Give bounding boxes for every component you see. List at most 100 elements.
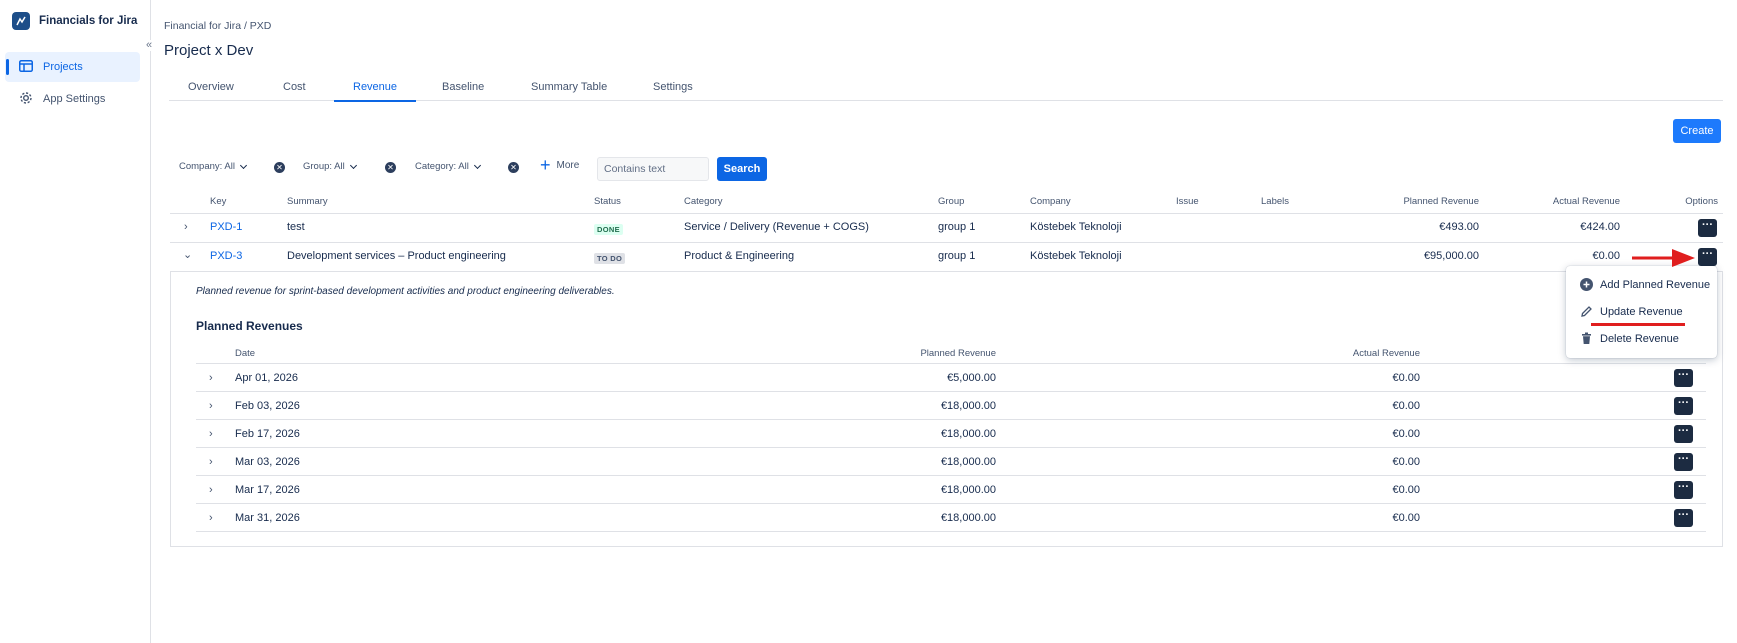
company-filter-label: Company: All [179, 161, 235, 172]
row-options-button[interactable]: ··· [1674, 509, 1693, 527]
sidebar-item-app-settings[interactable]: App Settings [5, 84, 140, 114]
delete-revenue-menu-item[interactable]: Delete Revenue [1580, 332, 1679, 345]
expand-row-chevron-icon[interactable]: › [209, 456, 213, 468]
tab-overview[interactable]: Overview [188, 81, 234, 101]
planned-revenue-amount: €5,000.00 [947, 372, 996, 384]
chevron-down-icon [473, 161, 481, 169]
planned-revenue-amount: €18,000.00 [940, 512, 996, 524]
tab-baseline[interactable]: Baseline [442, 81, 484, 101]
expand-row-chevron-icon[interactable]: › [209, 484, 213, 496]
column-header-issue: Issue [1176, 196, 1199, 207]
row-divider [170, 242, 1723, 243]
group-filter-label: Group: All [303, 161, 345, 172]
row-options-button[interactable]: ··· [1674, 481, 1693, 499]
planned-revenue-amount: €18,000.00 [940, 400, 996, 412]
search-button[interactable]: Search [717, 157, 767, 181]
column-header-summary: Summary [287, 196, 328, 207]
more-filters-label: More [556, 159, 580, 171]
expand-row-chevron-icon[interactable]: › [209, 512, 213, 524]
planned-revenue-amount: €18,000.00 [940, 484, 996, 496]
row-group: group 1 [938, 221, 976, 233]
tab-cost[interactable]: Cost [283, 81, 306, 101]
plus-icon: + [540, 155, 551, 175]
menu-item-label: Add Planned Revenue [1600, 278, 1711, 291]
sidebar-item-projects[interactable]: Projects [5, 52, 140, 82]
actual-revenue-amount: €0.00 [1392, 400, 1420, 412]
sub-column-header-planned-revenue: Planned Revenue [920, 348, 996, 359]
row-summary: Development services – Product engineeri… [287, 250, 506, 262]
planned-revenue-date: Mar 03, 2026 [235, 456, 300, 468]
row-options-menu: Add Planned Revenue Update Revenue Delet… [1566, 266, 1717, 358]
plus-circle-icon [1580, 278, 1593, 291]
more-filters-button[interactable]: + More [540, 155, 580, 175]
menu-item-label: Delete Revenue [1600, 332, 1679, 345]
expand-row-chevron-icon[interactable]: › [209, 428, 213, 440]
expand-row-chevron-icon[interactable]: › [209, 372, 213, 384]
app-logo-icon [12, 12, 30, 30]
clear-company-filter-icon[interactable]: ✕ [274, 162, 285, 173]
row-options-button[interactable]: ··· [1674, 369, 1693, 387]
actual-revenue-amount: €0.00 [1392, 428, 1420, 440]
row-options-button[interactable]: ··· [1674, 453, 1693, 471]
issue-key-link[interactable]: PXD-1 [210, 221, 242, 233]
sub-column-header-date: Date [235, 348, 256, 359]
issue-key-link[interactable]: PXD-3 [210, 250, 242, 262]
collapse-row-chevron-icon[interactable]: ⌄ [183, 248, 192, 261]
clear-group-filter-icon[interactable]: ✕ [385, 162, 396, 173]
planned-revenue-date: Feb 03, 2026 [235, 400, 300, 412]
search-input[interactable] [597, 157, 709, 181]
row-description: Planned revenue for sprint-based develop… [196, 286, 615, 297]
column-header-actual-revenue: Actual Revenue [1552, 196, 1620, 207]
menu-item-label: Update Revenue [1600, 305, 1683, 318]
clear-category-filter-icon[interactable]: ✕ [508, 162, 519, 173]
group-filter[interactable]: Group: All [303, 161, 357, 172]
sub-column-header-actual-revenue: Actual Revenue [1352, 348, 1420, 359]
header-divider [170, 213, 1723, 214]
row-planned-revenue: €95,000.00 [1423, 250, 1479, 262]
app-header: Financials for Jira [12, 12, 137, 30]
actual-revenue-amount: €0.00 [1392, 372, 1420, 384]
tab-settings[interactable]: Settings [653, 81, 693, 101]
status-badge: TO DO [594, 253, 626, 264]
annotation-underline [1591, 323, 1685, 326]
planned-revenue-date: Mar 31, 2026 [235, 512, 300, 524]
sub-header-divider [196, 363, 1706, 364]
column-header-key: Key [210, 196, 227, 207]
tab-bar: Overview Cost Revenue Baseline Summary T… [169, 76, 1723, 102]
collapse-sidebar-icon[interactable]: « [146, 40, 153, 51]
planned-revenue-date: Apr 01, 2026 [235, 372, 298, 384]
create-button[interactable]: Create [1673, 119, 1721, 143]
category-filter-label: Category: All [415, 161, 469, 172]
expand-row-chevron-icon[interactable]: › [184, 221, 188, 233]
planned-revenues-title: Planned Revenues [196, 319, 303, 333]
row-company: Köstebek Teknoloji [1030, 221, 1122, 233]
company-filter[interactable]: Company: All [179, 161, 248, 172]
planned-revenue-date: Mar 17, 2026 [235, 484, 300, 496]
planned-revenue-amount: €18,000.00 [940, 428, 996, 440]
row-divider [196, 447, 1706, 448]
row-divider [196, 531, 1706, 532]
update-revenue-menu-item[interactable]: Update Revenue [1580, 305, 1683, 318]
tab-revenue[interactable]: Revenue [333, 81, 417, 102]
category-filter[interactable]: Category: All [415, 161, 481, 172]
trash-icon [1580, 332, 1593, 345]
gear-icon [19, 91, 33, 108]
row-options-button[interactable]: ··· [1674, 425, 1693, 443]
row-options-button[interactable]: ··· [1674, 397, 1693, 415]
row-options-button[interactable]: ··· [1698, 219, 1717, 237]
tab-summary-table[interactable]: Summary Table [531, 81, 607, 101]
row-divider [196, 503, 1706, 504]
status-badge: DONE [594, 224, 623, 235]
expand-row-chevron-icon[interactable]: › [209, 400, 213, 412]
page-title: Project x Dev [164, 42, 254, 59]
actual-revenue-amount: €0.00 [1392, 512, 1420, 524]
row-actual-revenue: €424.00 [1580, 221, 1620, 233]
app-title: Financials for Jira [39, 15, 138, 27]
pencil-icon [1580, 305, 1593, 318]
add-planned-revenue-menu-item[interactable]: Add Planned Revenue [1580, 278, 1710, 291]
breadcrumb[interactable]: Financial for Jira / PXD [164, 20, 271, 32]
row-divider [196, 391, 1706, 392]
table-icon [19, 59, 33, 75]
row-options-button[interactable]: ··· [1698, 248, 1717, 266]
sidebar-item-label: App Settings [43, 93, 106, 105]
